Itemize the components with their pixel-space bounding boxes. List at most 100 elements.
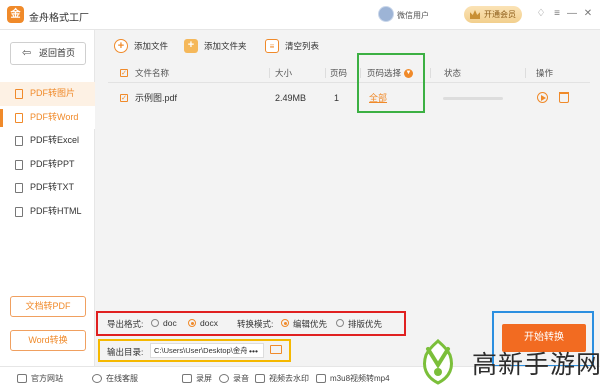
header-action: 操作: [536, 68, 554, 78]
watermark: 高新手游网: [402, 335, 600, 390]
format-doc-label[interactable]: doc: [163, 318, 177, 328]
status-item-label: m3u8视频转mp4: [330, 374, 390, 383]
file-icon: [15, 159, 23, 170]
file-name: 示例图.pdf: [135, 93, 178, 103]
sidebar-item-label: PDF转Word: [30, 111, 79, 122]
plus-icon: +: [114, 39, 128, 53]
mode-label: 转换模式:: [237, 319, 274, 329]
title-bar: 金 金舟格式工厂 微信用户 开通会员 ♢ ≡ — ✕: [0, 0, 600, 30]
home-button[interactable]: ⇦ 返回首页: [10, 42, 86, 65]
format-docx-label[interactable]: docx: [200, 318, 218, 328]
column-divider: [430, 68, 431, 78]
header-status: 状态: [444, 68, 462, 78]
close-button[interactable]: ✕: [582, 8, 594, 20]
home-icon: [17, 374, 27, 383]
record-icon: [182, 374, 192, 383]
sidebar-item-pdf-to-txt[interactable]: PDF转TXT: [0, 176, 95, 200]
support-link[interactable]: 在线客服: [92, 367, 138, 390]
sidebar: ⇦ 返回首页 PDF转图片 PDF转Word PDF转Excel PDF转PPT…: [0, 30, 95, 366]
format-doc-radio[interactable]: [151, 319, 159, 327]
screen-record-link[interactable]: 录屏: [182, 367, 212, 390]
skin-icon[interactable]: ♢: [535, 8, 547, 20]
status-item-label: 录音: [233, 374, 249, 383]
table-header: ✓ 文件名称 大小 页码 页码选择 ▼ 状态 操作: [108, 63, 590, 83]
m3u8-convert-link[interactable]: m3u8视频转mp4: [316, 367, 390, 390]
vip-button[interactable]: 开通会员: [464, 6, 522, 23]
file-table: ✓ 文件名称 大小 页码 页码选择 ▼ 状态 操作 ✓ 示例图.pdf 2.49M…: [108, 63, 590, 113]
sidebar-item-label: PDF转图片: [30, 88, 76, 98]
watermark-remove-link[interactable]: 视频去水印: [255, 367, 309, 390]
progress-bar: [443, 97, 503, 100]
folder-open-icon[interactable]: [270, 345, 282, 354]
sidebar-item-label: PDF转PPT: [30, 158, 75, 169]
header-pages: 页码: [330, 68, 348, 78]
sidebar-item-pdf-to-image[interactable]: PDF转图片: [0, 82, 95, 106]
sidebar-item-label: PDF转HTML: [30, 205, 82, 216]
page-select-highlight-box: [357, 53, 425, 113]
folder-icon: +: [184, 39, 198, 53]
select-all-checkbox[interactable]: ✓: [120, 69, 128, 77]
status-item-label: 视频去水印: [269, 374, 309, 383]
sidebar-item-pdf-to-excel[interactable]: PDF转Excel: [0, 129, 95, 153]
doc-to-pdf-button[interactable]: 文档转PDF: [10, 296, 86, 317]
clear-icon: ≡: [265, 39, 279, 53]
user-name[interactable]: 微信用户: [397, 10, 429, 21]
menu-icon[interactable]: ≡: [551, 8, 563, 20]
home-button-label: 返回首页: [39, 48, 76, 58]
format-label: 导出格式:: [107, 319, 144, 329]
minimize-button[interactable]: —: [566, 8, 578, 20]
column-divider: [325, 68, 326, 78]
file-pages: 1: [334, 93, 340, 103]
file-icon: [15, 206, 23, 217]
watermark-logo-icon: [423, 339, 453, 385]
mode-edit-label[interactable]: 编辑优先: [293, 318, 327, 330]
audio-record-link[interactable]: 录音: [219, 367, 249, 390]
play-icon[interactable]: [537, 92, 548, 103]
back-arrow-icon: ⇦: [22, 47, 32, 59]
status-item-label: 在线客服: [106, 374, 138, 383]
user-avatar[interactable]: [378, 6, 394, 22]
add-file-button[interactable]: + 添加文件: [112, 37, 168, 55]
watermark-text: 高新手游网: [472, 351, 600, 379]
sidebar-item-label: PDF转Excel: [30, 135, 80, 145]
clear-list-label: 清空列表: [285, 41, 320, 51]
convert-icon: [316, 374, 326, 383]
file-size: 2.49MB: [275, 93, 307, 103]
mode-edit-radio[interactable]: [281, 319, 289, 327]
word-convert-button[interactable]: Word转换: [10, 330, 86, 351]
official-site-link[interactable]: 官方网站: [17, 367, 63, 390]
column-divider: [525, 68, 526, 78]
column-divider: [269, 68, 270, 78]
sidebar-item-pdf-to-word[interactable]: PDF转Word: [0, 105, 95, 129]
row-checkbox[interactable]: ✓: [120, 94, 128, 102]
output-path-value: C:\Users\User\Desktop\金舟: [154, 346, 248, 355]
sidebar-nav: PDF转图片 PDF转Word PDF转Excel PDF转PPT PDF转TX…: [0, 82, 95, 223]
file-icon: [15, 112, 23, 123]
more-button[interactable]: •••: [247, 346, 260, 356]
mode-layout-radio[interactable]: [336, 319, 344, 327]
vip-label: 开通会员: [484, 10, 516, 19]
app-logo-icon: 金: [7, 6, 24, 23]
sidebar-item-pdf-to-ppt[interactable]: PDF转PPT: [0, 153, 95, 177]
sidebar-item-label: PDF转TXT: [30, 182, 74, 192]
trash-icon[interactable]: [559, 92, 569, 103]
microphone-icon: [219, 374, 229, 383]
app-title: 金舟格式工厂: [29, 13, 89, 24]
add-folder-button[interactable]: + 添加文件夹: [182, 37, 247, 55]
file-icon: [15, 183, 23, 193]
file-icon: [15, 89, 23, 99]
add-folder-label: 添加文件夹: [204, 41, 247, 51]
video-icon: [255, 374, 265, 383]
clear-list-button[interactable]: ≡ 清空列表: [263, 37, 319, 55]
output-label: 输出目录:: [107, 347, 144, 357]
header-size: 大小: [275, 68, 293, 78]
file-icon: [15, 136, 23, 146]
mode-layout-label[interactable]: 排版优先: [348, 318, 382, 330]
status-item-label: 录屏: [196, 374, 212, 383]
table-row: ✓ 示例图.pdf 2.49MB 1 全部: [108, 83, 590, 113]
add-file-label: 添加文件: [134, 41, 169, 51]
format-docx-radio[interactable]: [188, 319, 196, 327]
crown-icon: [470, 10, 480, 19]
headset-icon: [92, 374, 102, 383]
sidebar-item-pdf-to-html[interactable]: PDF转HTML: [0, 200, 95, 224]
